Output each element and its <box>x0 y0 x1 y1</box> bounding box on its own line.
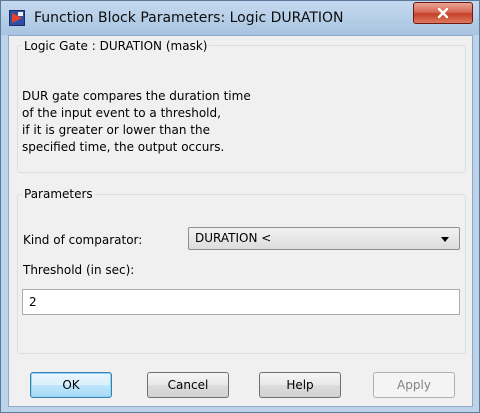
ok-button[interactable]: OK <box>30 372 112 398</box>
description-line: DUR gate compares the duration time <box>22 89 251 103</box>
description-line: specified time, the output occurs. <box>22 140 225 154</box>
threshold-input[interactable]: 2 <box>22 289 460 315</box>
chevron-down-icon <box>441 237 449 242</box>
dialog-window: Function Block Parameters: Logic DURATIO… <box>0 0 480 413</box>
parameters-group-legend: Parameters <box>22 186 95 202</box>
simulink-block-icon <box>9 10 25 26</box>
help-button[interactable]: Help <box>259 372 341 398</box>
close-button[interactable] <box>413 2 473 24</box>
close-icon <box>436 4 450 23</box>
description-line: if it is greater or lower than the <box>22 123 210 137</box>
window-title: Function Block Parameters: Logic DURATIO… <box>34 10 344 26</box>
comparator-label: Kind of comparator: <box>23 233 143 247</box>
title-bar[interactable]: Function Block Parameters: Logic DURATIO… <box>1 1 479 35</box>
mask-description: DUR gate compares the duration time of t… <box>22 88 442 156</box>
dialog-body: Logic Gate : DURATION (mask) DUR gate co… <box>8 35 473 407</box>
apply-button[interactable]: Apply <box>373 372 455 398</box>
cancel-button[interactable]: Cancel <box>147 372 229 398</box>
comparator-selected-value: DURATION < <box>195 231 272 245</box>
comparator-select[interactable]: DURATION < <box>188 227 460 250</box>
threshold-label: Threshold (in sec): <box>23 263 135 277</box>
mask-group-legend: Logic Gate : DURATION (mask) <box>22 38 210 54</box>
description-line: of the input event to a threshold, <box>22 106 221 120</box>
